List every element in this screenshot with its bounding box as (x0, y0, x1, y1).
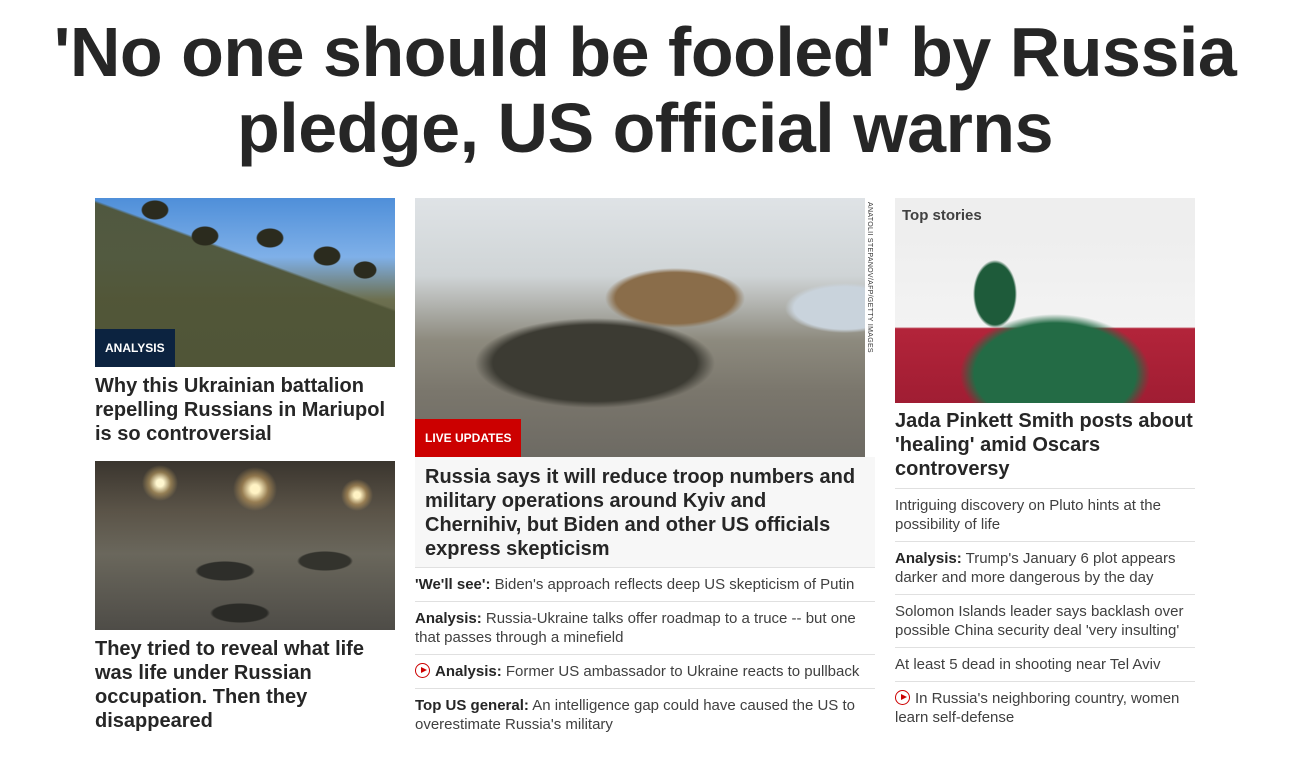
top-story-title[interactable]: Jada Pinkett Smith posts about 'healing'… (895, 409, 1195, 481)
list-item[interactable]: Top US general: An intelligence gap coul… (415, 688, 875, 741)
top-stories-list: Intriguing discovery on Pluto hints at t… (895, 488, 1195, 734)
list-item[interactable]: Analysis: Former US ambassador to Ukrain… (415, 654, 875, 688)
page-headline[interactable]: 'No one should be fooled' by Russia pled… (0, 14, 1290, 166)
top-stories-header: Top stories (895, 198, 1195, 234)
story-title-occupation[interactable]: They tried to reveal what life was life … (95, 637, 395, 733)
list-item-label: Analysis: (895, 550, 962, 567)
oscars-red-carpet-photo[interactable] (895, 234, 1195, 403)
destroyed-tank-photo[interactable]: ANATOLII STEPANOV/AFP/GETTY IMAGES LIVE … (415, 198, 875, 457)
live-updates-tag: LIVE UPDATES (415, 419, 522, 457)
list-item-text: Russia-Ukraine talks offer roadmap to a … (415, 610, 856, 646)
photo-credit: ANATOLII STEPANOV/AFP/GETTY IMAGES (866, 202, 873, 353)
middle-column: ANATOLII STEPANOV/AFP/GETTY IMAGES LIVE … (415, 198, 875, 741)
related-stories-list: 'We'll see': Biden's approach reflects d… (415, 567, 875, 741)
list-item-text: Former US ambassador to Ukraine reacts t… (501, 663, 860, 680)
lead-story-title[interactable]: Russia says it will reduce troop numbers… (415, 457, 875, 567)
list-item[interactable]: Intriguing discovery on Pluto hints at t… (895, 488, 1195, 541)
list-item-text: At least 5 dead in shooting near Tel Avi… (895, 656, 1161, 673)
list-item[interactable]: Solomon Islands leader says backlash ove… (895, 594, 1195, 647)
play-video-icon (415, 663, 430, 678)
list-item-text: Intriguing discovery on Pluto hints at t… (895, 497, 1161, 533)
story-title-battalion[interactable]: Why this Ukrainian battalion repelling R… (95, 374, 395, 446)
list-item-text: Biden's approach reflects deep US skepti… (490, 576, 855, 593)
play-video-icon (895, 690, 910, 705)
list-item-label: 'We'll see': (415, 576, 491, 593)
list-item-label: Analysis: (415, 610, 482, 627)
list-item[interactable]: At least 5 dead in shooting near Tel Avi… (895, 647, 1195, 681)
soldiers-photo[interactable]: ANALYSIS (95, 198, 395, 367)
list-item-text: Solomon Islands leader says backlash ove… (895, 603, 1184, 639)
list-item-label: Analysis: (435, 663, 502, 680)
left-column: ANALYSIS Why this Ukrainian battalion re… (95, 198, 395, 748)
right-column: Top stories Jada Pinkett Smith posts abo… (895, 198, 1195, 734)
analysis-tag: ANALYSIS (95, 329, 175, 367)
list-item[interactable]: 'We'll see': Biden's approach reflects d… (415, 567, 875, 601)
list-item[interactable]: Analysis: Trump's January 6 plot appears… (895, 541, 1195, 594)
list-item[interactable]: Analysis: Russia-Ukraine talks offer roa… (415, 601, 875, 654)
list-item-text: In Russia's neighboring country, women l… (895, 690, 1180, 726)
list-item-label: Top US general: (415, 697, 529, 714)
list-item[interactable]: In Russia's neighboring country, women l… (895, 681, 1195, 734)
night-street-photo[interactable] (95, 461, 395, 630)
